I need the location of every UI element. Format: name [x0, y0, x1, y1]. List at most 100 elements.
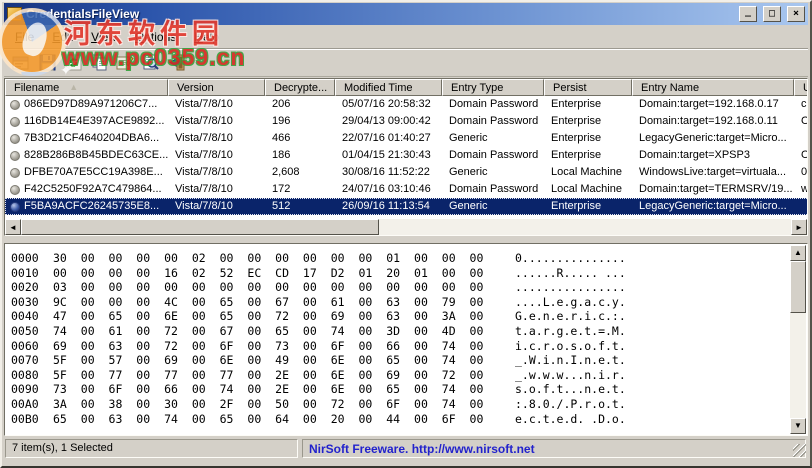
cell-entry_type: Domain Password	[449, 183, 539, 195]
hex-offset: 0090	[11, 382, 39, 397]
sort-ascending-icon: ▲	[69, 82, 79, 92]
hex-row: 00B0 65 00 63 00 74 00 65 00 64 00 20 00 …	[11, 412, 787, 427]
hex-ascii: ....L.e.g.a.c.y.	[515, 294, 626, 309]
cell-user	[794, 198, 807, 215]
cell-version: Vista/7/8/10	[175, 149, 233, 161]
properties-window-button[interactable]	[10, 52, 32, 74]
list-rows: 086ED97D89A971206C7... Vista/7/8/10 206 05/…	[5, 96, 808, 215]
vertical-scrollbar[interactable]: ▲ ▼	[790, 245, 806, 434]
table-row[interactable]: 7B3D21CF4640204DBA6... Vista/7/8/10 466 22/…	[5, 130, 807, 147]
title-bar[interactable]: CredentialsFileView _ □ ×	[4, 3, 808, 25]
refresh-button[interactable]	[62, 52, 84, 74]
exit-button[interactable]	[166, 52, 188, 74]
properties-button[interactable]	[114, 52, 136, 74]
find-icon	[142, 54, 160, 71]
cell-modified: 26/09/16 11:13:54	[335, 198, 442, 215]
column-header-version[interactable]: Version	[168, 79, 265, 96]
menu-item-edit[interactable]: Edit	[43, 27, 82, 47]
resize-grip[interactable]	[793, 444, 806, 457]
find-button[interactable]	[140, 52, 162, 74]
properties-icon	[116, 54, 134, 71]
cell-user: OV	[794, 147, 807, 164]
hex-ascii: 0...............	[515, 251, 626, 265]
cell-modified: 24/07/16 03:10:46	[342, 183, 431, 195]
hex-bytes: 5F 00 57 00 69 00 6E 00 49 00 6E 00 65 0…	[53, 353, 484, 368]
table-row[interactable]: 828B286B8B45BDEC63CE... Vista/7/8/10 186 01…	[5, 147, 807, 164]
hex-ascii: t.a.r.g.e.t.=.M.	[515, 323, 626, 338]
menu-item-view[interactable]: View	[82, 27, 126, 47]
hex-ascii: ................	[515, 280, 626, 295]
hex-ascii: _.W.i.n.I.n.e.t.	[515, 353, 626, 368]
credential-item-icon	[10, 116, 20, 127]
scroll-left-arrow[interactable]: ◄	[5, 219, 21, 235]
column-header-modified[interactable]: Modified Time	[335, 79, 442, 96]
hex-row: 00A0 3A 00 38 00 30 00 2F 00 50 00 72 00 …	[11, 397, 787, 412]
vertical-scroll-track[interactable]	[790, 313, 806, 418]
cell-modified: 29/04/13 09:00:42	[342, 115, 431, 127]
cell-entry_name: Domain:target=192.168.0.17	[639, 98, 779, 110]
hex-offset: 0020	[11, 280, 39, 295]
hex-row: 0030 9C 00 00 00 4C 00 65 00 67 00 61 00 …	[11, 295, 787, 310]
cell-filename: 828B286B8B45BDEC63CE...	[5, 147, 168, 164]
menu-item-help[interactable]: Help	[185, 27, 228, 47]
horizontal-scrollbar[interactable]: ◄ ►	[5, 219, 807, 235]
table-row[interactable]: F5BA9ACFC26245735E8... Vista/7/8/10 512 26/…	[5, 198, 807, 215]
horizontal-scroll-track[interactable]	[379, 219, 791, 235]
cell-user	[794, 130, 807, 147]
column-header-entry_name[interactable]: Entry Name	[632, 79, 794, 96]
credential-item-icon	[10, 184, 20, 195]
vertical-scroll-thumb[interactable]	[790, 261, 806, 313]
horizontal-scroll-thumb[interactable]	[21, 219, 379, 235]
credential-item-icon	[10, 99, 20, 110]
copy-icon	[91, 54, 108, 71]
copy-button[interactable]	[88, 52, 110, 74]
hex-bytes: 69 00 63 00 72 00 6F 00 73 00 6F 00 66 0…	[53, 338, 484, 353]
status-nirsoft-link[interactable]: NirSoft Freeware. http://www.nirsoft.net	[302, 439, 806, 458]
cell-filename: 7B3D21CF4640204DBA6...	[5, 130, 168, 147]
menu-item-file[interactable]: File	[6, 27, 43, 47]
hex-offset: 0070	[11, 353, 39, 368]
cell-decrypted: 2,608	[272, 166, 300, 178]
column-header-filename[interactable]: Filename ▲	[5, 79, 168, 96]
app-icon	[7, 7, 22, 21]
cell-version: Vista/7/8/10	[175, 183, 233, 195]
hex-view: ▲ ▼ 0000 30 00 00 00 00 02 00 00 00 00 00…	[4, 243, 808, 436]
close-button[interactable]: ×	[787, 6, 805, 22]
cell-decrypted: 196	[272, 115, 291, 127]
hex-row: 0090 73 00 6F 00 66 00 74 00 2E 00 6E 00 …	[11, 382, 787, 397]
table-row[interactable]: 116DB14E4E397ACE9892... Vista/7/8/10 196 29…	[5, 113, 807, 130]
credential-item-icon	[10, 133, 20, 144]
hex-bytes: 30 00 00 00 00 02 00 00 00 00 00 00 01 0…	[53, 251, 484, 265]
cell-user: co	[801, 98, 807, 110]
cell-entry_name: WindowsLive:target=virtuala...	[639, 166, 787, 178]
scroll-down-arrow[interactable]: ▼	[790, 418, 806, 434]
scroll-up-arrow[interactable]: ▲	[790, 245, 806, 261]
cell-decrypted: 466	[272, 132, 291, 144]
menu-item-options[interactable]: Options	[126, 27, 185, 47]
cell-version: Vista/7/8/10	[168, 198, 265, 215]
table-row[interactable]: F42C5250F92A7C479864... Vista/7/8/10 172 24…	[5, 181, 807, 198]
table-row[interactable]: 086ED97D89A971206C7... Vista/7/8/10 206 05/…	[5, 96, 807, 113]
cell-decrypted: 206	[272, 98, 291, 110]
scroll-right-arrow[interactable]: ►	[791, 219, 807, 235]
hex-ascii: _.w.w.w...n.i.r.	[515, 367, 626, 382]
column-header-entry_type[interactable]: Entry Type	[442, 79, 544, 96]
cell-entry_name: LegacyGeneric:target=Micro...	[632, 198, 794, 215]
splitter[interactable]	[4, 236, 808, 243]
cell-entry_name: Domain:target=TERMSRV/19...	[639, 183, 793, 195]
cell-user: 02	[801, 166, 808, 178]
column-header-persist[interactable]: Persist	[544, 79, 632, 96]
minimize-button[interactable]: _	[739, 6, 757, 22]
table-row[interactable]: DFBE70A7E5CC19A398E... Vista/7/8/10 2,608 3…	[5, 164, 808, 181]
column-header-user[interactable]: Us	[794, 79, 807, 96]
toolbar	[4, 49, 808, 77]
hex-bytes: 47 00 65 00 6E 00 65 00 72 00 69 00 63 0…	[53, 309, 484, 324]
cell-entry_name: Domain:target=192.168.0.11	[639, 115, 778, 127]
cell-entry_name: LegacyGeneric:target=Micro...	[639, 132, 787, 144]
maximize-button[interactable]: □	[763, 6, 781, 22]
hex-offset: 0080	[11, 367, 39, 382]
hex-bytes: 74 00 61 00 72 00 67 00 65 00 74 00 3D 0…	[53, 323, 484, 338]
save-button[interactable]	[36, 52, 58, 74]
column-header-decrypted[interactable]: Decrypte...	[265, 79, 335, 96]
hex-ascii: G.e.n.e.r.i.c.:.	[515, 309, 626, 324]
